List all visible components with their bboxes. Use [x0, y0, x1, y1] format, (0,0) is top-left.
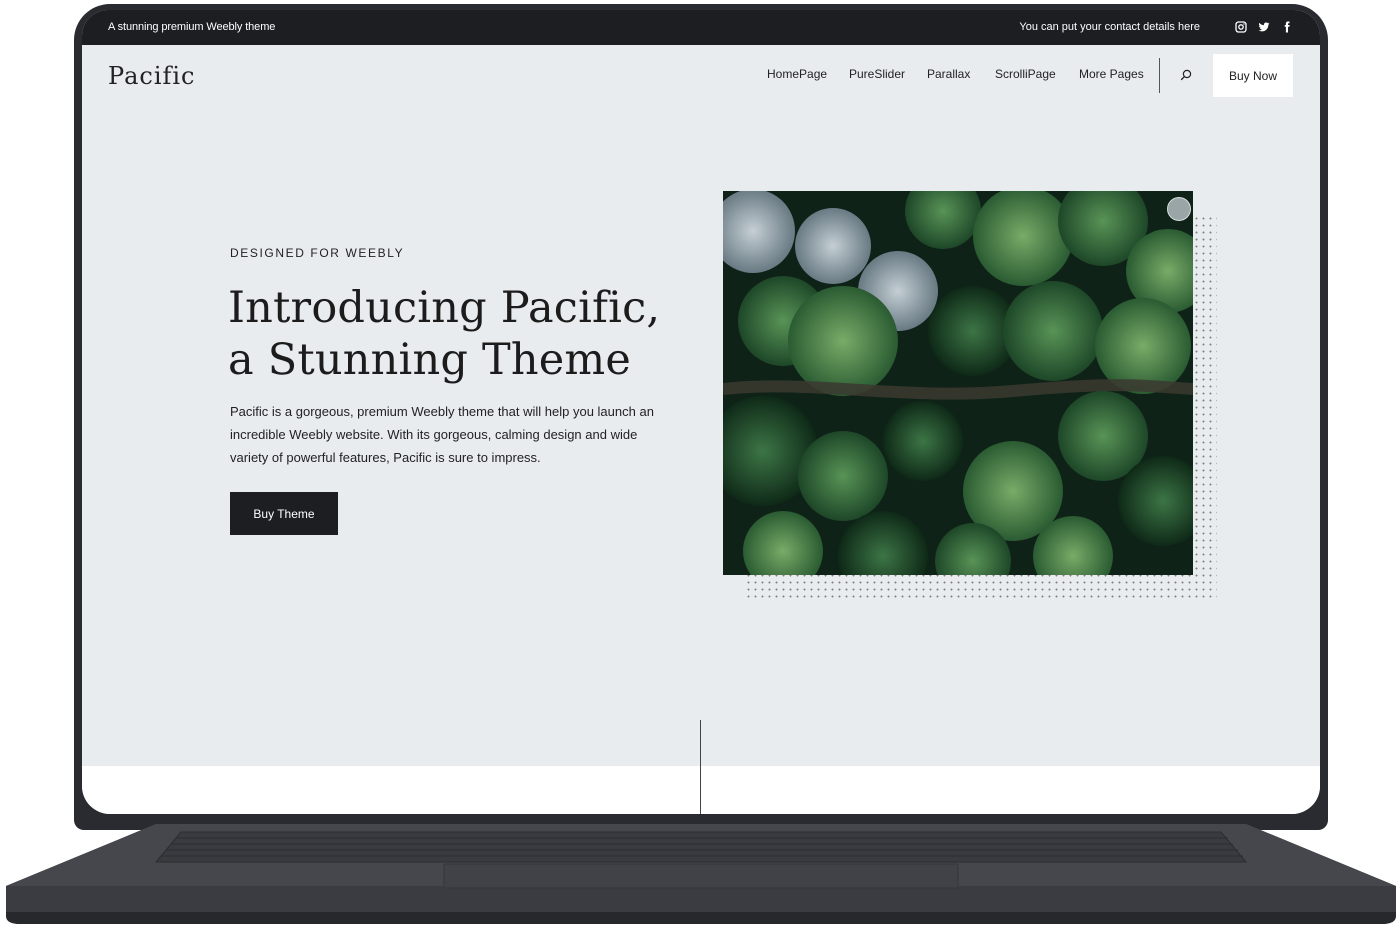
buy-theme-button[interactable]: Buy Theme	[230, 492, 338, 535]
scroll-indicator-line	[700, 720, 701, 814]
top-bar: A stunning premium Weebly theme You can …	[82, 10, 1320, 45]
nav-more-pages[interactable]: More Pages	[1079, 67, 1144, 81]
hero-forest-image	[723, 191, 1193, 575]
facebook-icon[interactable]	[1280, 20, 1294, 34]
nav-pureslider[interactable]: PureSlider	[849, 67, 905, 81]
tagline: A stunning premium Weebly theme	[108, 21, 276, 33]
image-badge-icon	[1167, 197, 1191, 221]
next-section	[82, 766, 1320, 814]
laptop-base	[6, 824, 1396, 930]
contact-details: You can put your contact details here	[1019, 21, 1200, 33]
hero-description: Pacific is a gorgeous, premium Weebly th…	[230, 404, 654, 465]
site-logo[interactable]: Pacific	[108, 62, 196, 90]
hero-title-line2: a Stunning Theme	[228, 335, 632, 385]
buy-now-button[interactable]: Buy Now	[1213, 54, 1293, 97]
twitter-icon[interactable]	[1257, 20, 1271, 34]
nav-scrollipage[interactable]: ScrolliPage	[995, 67, 1056, 81]
hero-title: Introducing Pacific, a Stunning Theme	[228, 282, 698, 386]
browser-screen: A stunning premium Weebly theme You can …	[82, 10, 1320, 814]
nav-parallax[interactable]: Parallax	[927, 67, 970, 81]
hero-title-line1: Introducing Pacific,	[228, 283, 661, 333]
nav-divider	[1159, 58, 1160, 93]
nav-homepage[interactable]: HomePage	[767, 67, 827, 81]
search-icon[interactable]	[1179, 68, 1193, 82]
hero-eyebrow: DESIGNED FOR WEEBLY	[230, 246, 405, 260]
instagram-icon[interactable]	[1234, 20, 1248, 34]
